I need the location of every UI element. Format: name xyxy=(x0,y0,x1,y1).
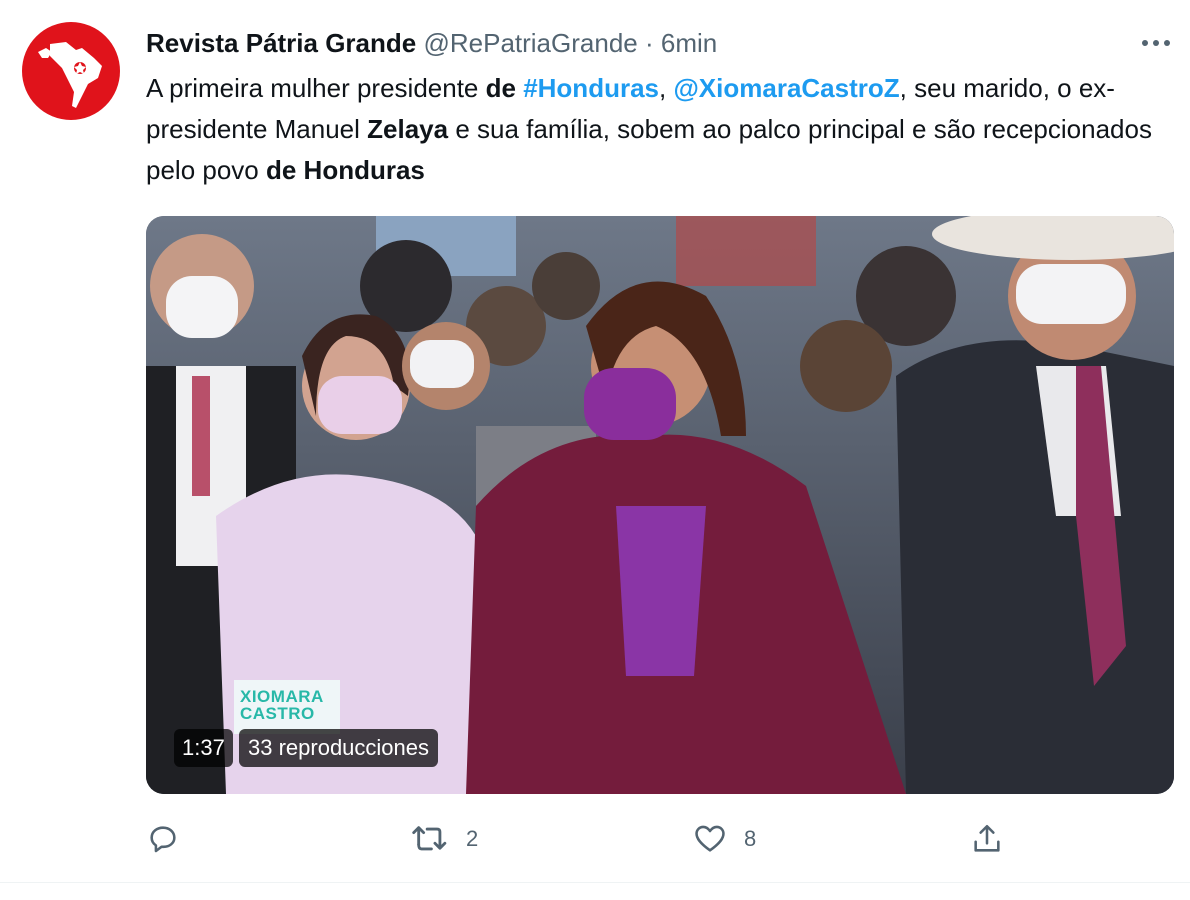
video-lower-third: XIOMARA CASTRO xyxy=(234,680,340,734)
like-count: 8 xyxy=(744,826,757,851)
tweet-header: Revista Pátria Grande @RePatriaGrande · … xyxy=(146,26,717,60)
video-duration: 1:37 xyxy=(174,729,233,767)
more-dot xyxy=(1153,40,1159,46)
more-options-button[interactable] xyxy=(1136,30,1176,56)
share-icon xyxy=(974,824,1000,852)
avatar[interactable] xyxy=(22,22,120,120)
text-segment: A primeira mulher presidente xyxy=(146,73,486,103)
author-name[interactable]: Revista Pátria Grande xyxy=(146,28,416,58)
tweet-timestamp[interactable]: 6min xyxy=(661,28,717,58)
more-horizontal-icon xyxy=(1142,40,1148,46)
retweet-button[interactable]: 2 xyxy=(410,818,478,860)
tweet[interactable]: Revista Pátria Grande @RePatriaGrande · … xyxy=(0,0,1190,900)
like-button[interactable]: 8 xyxy=(692,818,756,860)
text-bold: de xyxy=(485,73,516,103)
reply-button[interactable] xyxy=(146,818,196,860)
tweet-text: A primeira mulher presidente de #Hondura… xyxy=(146,68,1156,191)
more-dot xyxy=(1164,40,1170,46)
divider xyxy=(0,882,1190,883)
latin-america-map-icon xyxy=(38,42,102,108)
separator-dot: · xyxy=(644,28,654,58)
text-bold: de Honduras xyxy=(265,155,425,185)
retweet-count: 2 xyxy=(466,826,479,851)
mention-link[interactable]: @XiomaraCastroZ xyxy=(673,73,899,103)
lower-third-line: XIOMARA xyxy=(240,687,324,706)
heart-icon xyxy=(695,825,725,852)
reply-icon xyxy=(150,826,176,853)
text-bold: Zelaya xyxy=(367,114,449,144)
video-view-count: 33 reproducciones xyxy=(239,729,439,767)
text-segment: , xyxy=(659,73,674,103)
lower-third-line: CASTRO xyxy=(240,704,315,723)
author-handle[interactable]: @RePatriaGrande xyxy=(423,28,637,58)
retweet-icon xyxy=(412,826,447,851)
hashtag-link[interactable]: #Honduras xyxy=(523,73,659,103)
share-button[interactable] xyxy=(970,818,1004,860)
